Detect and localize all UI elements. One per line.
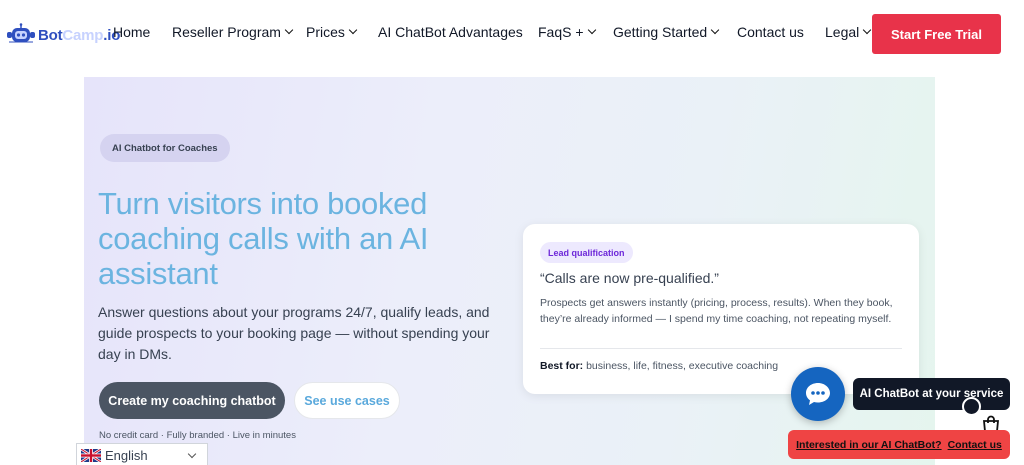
nav-reseller-program[interactable]: Reseller Program bbox=[172, 24, 294, 40]
chevron-down-icon bbox=[710, 25, 720, 35]
chat-icon bbox=[806, 383, 830, 405]
robot-logo-icon bbox=[7, 23, 35, 43]
nav-contact-us[interactable]: Contact us bbox=[737, 24, 804, 40]
card-quote: “Calls are now pre-qualified.” bbox=[540, 270, 719, 286]
site-header: BotCamp.io Home Reseller Program Prices … bbox=[0, 0, 1024, 70]
see-use-cases-button[interactable]: See use cases bbox=[294, 382, 400, 419]
chevron-down-icon bbox=[284, 25, 294, 35]
chevron-down-icon bbox=[348, 25, 358, 35]
logo[interactable]: BotCamp.io bbox=[6, 22, 120, 48]
hero-fineprint: No credit card · Fully branded · Live in… bbox=[99, 430, 296, 441]
nav-legal[interactable]: Legal bbox=[825, 24, 872, 40]
card-tag: Lead qualification bbox=[540, 242, 633, 263]
chatbot-tooltip: AI ChatBot at your service bbox=[853, 378, 1010, 410]
hero-headline: Turn visitors into booked coaching calls… bbox=[98, 186, 429, 291]
chevron-down-icon bbox=[187, 449, 197, 459]
category-badge: AI Chatbot for Coaches bbox=[100, 134, 230, 162]
uk-flag-icon bbox=[81, 448, 101, 462]
card-body: Prospects get answers instantly (pricing… bbox=[540, 297, 893, 325]
language-selector[interactable]: English bbox=[76, 443, 208, 465]
best-for-label: Best for: bbox=[540, 360, 584, 372]
card-divider bbox=[540, 348, 902, 349]
contact-us-link[interactable]: Contact us bbox=[948, 439, 1002, 451]
nav-faqs[interactable]: FaqS + bbox=[538, 24, 596, 40]
create-chatbot-button[interactable]: Create my coaching chatbot bbox=[99, 382, 285, 419]
logo-text: BotCamp.io bbox=[38, 26, 121, 44]
language-label: English bbox=[105, 447, 148, 463]
nav-home[interactable]: Home bbox=[113, 24, 150, 40]
start-free-trial-button[interactable]: Start Free Trial bbox=[872, 14, 1001, 54]
interest-text[interactable]: Interested in our AI ChatBot? bbox=[796, 439, 941, 451]
chat-launcher-button[interactable] bbox=[791, 367, 845, 421]
nav-prices[interactable]: Prices bbox=[306, 24, 358, 40]
chevron-down-icon bbox=[587, 25, 596, 35]
nav-ai-chatbot-advantages[interactable]: AI ChatBot Advantages bbox=[378, 24, 523, 40]
nav-getting-started[interactable]: Getting Started bbox=[613, 24, 720, 40]
chevron-down-icon bbox=[863, 25, 872, 35]
contact-banner[interactable]: Interested in our AI ChatBot? Contact us bbox=[788, 430, 1010, 459]
hero-subtext: Answer questions about your programs 24/… bbox=[98, 304, 490, 362]
testimonial-card: Lead qualification “Calls are now pre-qu… bbox=[523, 224, 919, 394]
card-best-for: Best for: business, life, fitness, execu… bbox=[540, 360, 778, 372]
best-for-value: business, life, fitness, executive coach… bbox=[586, 360, 779, 372]
